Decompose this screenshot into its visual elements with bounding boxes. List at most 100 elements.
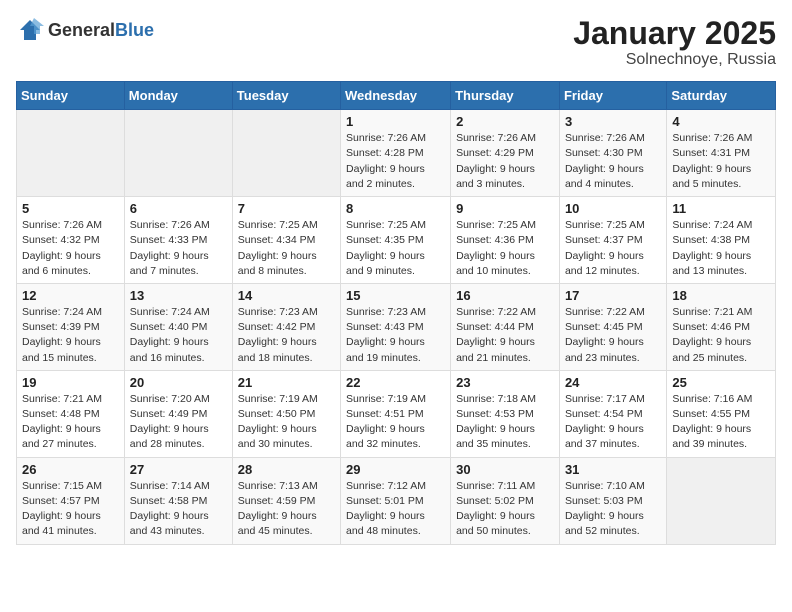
calendar-week-3: 12 Sunrise: 7:24 AM Sunset: 4:39 PM Dayli… (17, 283, 776, 370)
weekday-header-tuesday: Tuesday (232, 82, 340, 110)
calendar-cell: 4 Sunrise: 7:26 AM Sunset: 4:31 PM Daylig… (667, 110, 776, 197)
day-number: 24 (565, 375, 661, 390)
day-info: Sunrise: 7:24 AM Sunset: 4:38 PM Dayligh… (672, 218, 770, 279)
calendar-cell: 30 Sunrise: 7:11 AM Sunset: 5:02 PM Dayli… (451, 457, 560, 544)
calendar-header: SundayMondayTuesdayWednesdayThursdayFrid… (17, 82, 776, 110)
calendar-cell: 10 Sunrise: 7:25 AM Sunset: 4:37 PM Dayli… (559, 197, 666, 284)
day-number: 23 (456, 375, 554, 390)
day-info: Sunrise: 7:11 AM Sunset: 5:02 PM Dayligh… (456, 479, 554, 540)
calendar-cell: 2Sunrise: 7:26 AM Sunset: 4:29 PM Daylig… (451, 110, 560, 197)
weekday-header-row: SundayMondayTuesdayWednesdayThursdayFrid… (17, 82, 776, 110)
day-info: Sunrise: 7:22 AM Sunset: 4:44 PM Dayligh… (456, 305, 554, 366)
calendar-cell: 18Sunrise: 7:21 AM Sunset: 4:46 PM Dayli… (667, 283, 776, 370)
day-info: Sunrise: 7:19 AM Sunset: 4:51 PM Dayligh… (346, 392, 445, 453)
calendar-cell: 1 Sunrise: 7:26 AM Sunset: 4:28 PM Daylig… (341, 110, 451, 197)
day-number: 8 (346, 201, 445, 216)
day-info: Sunrise: 7:25 AM Sunset: 4:34 PM Dayligh… (238, 218, 335, 279)
day-number: 26 (22, 462, 119, 477)
day-number: 21 (238, 375, 335, 390)
day-number: 19 (22, 375, 119, 390)
day-info: Sunrise: 7:10 AM Sunset: 5:03 PM Dayligh… (565, 479, 661, 540)
day-number: 30 (456, 462, 554, 477)
calendar-cell: 9 Sunrise: 7:25 AM Sunset: 4:36 PM Daylig… (451, 197, 560, 284)
day-number: 7 (238, 201, 335, 216)
calendar-cell: 11 Sunrise: 7:24 AM Sunset: 4:38 PM Dayli… (667, 197, 776, 284)
day-info: Sunrise: 7:21 AM Sunset: 4:48 PM Dayligh… (22, 392, 119, 453)
logo-blue: Blue (115, 20, 154, 40)
day-info: Sunrise: 7:26 AM Sunset: 4:32 PM Dayligh… (22, 218, 119, 279)
weekday-header-wednesday: Wednesday (341, 82, 451, 110)
day-number: 3 (565, 114, 661, 129)
calendar-cell: 7 Sunrise: 7:25 AM Sunset: 4:34 PM Daylig… (232, 197, 340, 284)
calendar-cell: 20 Sunrise: 7:20 AM Sunset: 4:49 PM Dayli… (124, 370, 232, 457)
weekday-header-thursday: Thursday (451, 82, 560, 110)
calendar-cell: 24 Sunrise: 7:17 AM Sunset: 4:54 PM Dayli… (559, 370, 666, 457)
day-number: 27 (130, 462, 227, 477)
calendar-body: 1 Sunrise: 7:26 AM Sunset: 4:28 PM Daylig… (17, 110, 776, 544)
day-number: 9 (456, 201, 554, 216)
calendar-cell: 27Sunrise: 7:14 AM Sunset: 4:58 PM Dayli… (124, 457, 232, 544)
day-info: Sunrise: 7:26 AM Sunset: 4:33 PM Dayligh… (130, 218, 227, 279)
day-number: 1 (346, 114, 445, 129)
calendar-cell: 13Sunrise: 7:24 AM Sunset: 4:40 PM Dayli… (124, 283, 232, 370)
day-number: 12 (22, 288, 119, 303)
calendar-cell: 29 Sunrise: 7:12 AM Sunset: 5:01 PM Dayli… (341, 457, 451, 544)
calendar-cell: 25Sunrise: 7:16 AM Sunset: 4:55 PM Dayli… (667, 370, 776, 457)
day-info: Sunrise: 7:20 AM Sunset: 4:49 PM Dayligh… (130, 392, 227, 453)
calendar-cell: 26 Sunrise: 7:15 AM Sunset: 4:57 PM Dayli… (17, 457, 125, 544)
day-number: 25 (672, 375, 770, 390)
day-info: Sunrise: 7:26 AM Sunset: 4:29 PM Dayligh… (456, 131, 554, 192)
logo-icon (16, 16, 44, 44)
logo-general: General (48, 20, 115, 40)
calendar-cell: 21Sunrise: 7:19 AM Sunset: 4:50 PM Dayli… (232, 370, 340, 457)
calendar-subtitle: Solnechnoye, Russia (573, 51, 776, 69)
calendar-week-4: 19 Sunrise: 7:21 AM Sunset: 4:48 PM Dayli… (17, 370, 776, 457)
calendar-title: January 2025 (573, 16, 776, 51)
day-info: Sunrise: 7:25 AM Sunset: 4:36 PM Dayligh… (456, 218, 554, 279)
calendar-cell: 15Sunrise: 7:23 AM Sunset: 4:43 PM Dayli… (341, 283, 451, 370)
weekday-header-monday: Monday (124, 82, 232, 110)
day-number: 11 (672, 201, 770, 216)
day-info: Sunrise: 7:25 AM Sunset: 4:37 PM Dayligh… (565, 218, 661, 279)
calendar-week-2: 5 Sunrise: 7:26 AM Sunset: 4:32 PM Daylig… (17, 197, 776, 284)
day-number: 29 (346, 462, 445, 477)
calendar-cell: 6 Sunrise: 7:26 AM Sunset: 4:33 PM Daylig… (124, 197, 232, 284)
day-number: 6 (130, 201, 227, 216)
calendar-cell: 31Sunrise: 7:10 AM Sunset: 5:03 PM Dayli… (559, 457, 666, 544)
day-number: 17 (565, 288, 661, 303)
day-info: Sunrise: 7:23 AM Sunset: 4:42 PM Dayligh… (238, 305, 335, 366)
calendar-cell: 14 Sunrise: 7:23 AM Sunset: 4:42 PM Dayli… (232, 283, 340, 370)
day-number: 13 (130, 288, 227, 303)
calendar-cell: 19 Sunrise: 7:21 AM Sunset: 4:48 PM Dayli… (17, 370, 125, 457)
calendar-cell: 8 Sunrise: 7:25 AM Sunset: 4:35 PM Daylig… (341, 197, 451, 284)
calendar-week-5: 26 Sunrise: 7:15 AM Sunset: 4:57 PM Dayli… (17, 457, 776, 544)
day-info: Sunrise: 7:26 AM Sunset: 4:31 PM Dayligh… (672, 131, 770, 192)
calendar-cell: 5 Sunrise: 7:26 AM Sunset: 4:32 PM Daylig… (17, 197, 125, 284)
day-number: 5 (22, 201, 119, 216)
weekday-header-friday: Friday (559, 82, 666, 110)
calendar-cell: 17Sunrise: 7:22 AM Sunset: 4:45 PM Dayli… (559, 283, 666, 370)
day-number: 10 (565, 201, 661, 216)
day-number: 28 (238, 462, 335, 477)
logo: GeneralBlue (16, 16, 154, 44)
day-info: Sunrise: 7:21 AM Sunset: 4:46 PM Dayligh… (672, 305, 770, 366)
day-info: Sunrise: 7:26 AM Sunset: 4:30 PM Dayligh… (565, 131, 661, 192)
day-number: 22 (346, 375, 445, 390)
day-info: Sunrise: 7:26 AM Sunset: 4:28 PM Dayligh… (346, 131, 445, 192)
day-info: Sunrise: 7:17 AM Sunset: 4:54 PM Dayligh… (565, 392, 661, 453)
day-info: Sunrise: 7:24 AM Sunset: 4:39 PM Dayligh… (22, 305, 119, 366)
calendar-cell (667, 457, 776, 544)
day-info: Sunrise: 7:15 AM Sunset: 4:57 PM Dayligh… (22, 479, 119, 540)
day-number: 20 (130, 375, 227, 390)
calendar-cell: 3 Sunrise: 7:26 AM Sunset: 4:30 PM Daylig… (559, 110, 666, 197)
day-number: 4 (672, 114, 770, 129)
day-info: Sunrise: 7:12 AM Sunset: 5:01 PM Dayligh… (346, 479, 445, 540)
day-number: 14 (238, 288, 335, 303)
page-header: GeneralBlue January 2025 Solnechnoye, Ru… (16, 16, 776, 69)
weekday-header-saturday: Saturday (667, 82, 776, 110)
calendar-cell: 12 Sunrise: 7:24 AM Sunset: 4:39 PM Dayli… (17, 283, 125, 370)
calendar-cell (232, 110, 340, 197)
weekday-header-sunday: Sunday (17, 82, 125, 110)
calendar-week-1: 1 Sunrise: 7:26 AM Sunset: 4:28 PM Daylig… (17, 110, 776, 197)
day-info: Sunrise: 7:25 AM Sunset: 4:35 PM Dayligh… (346, 218, 445, 279)
